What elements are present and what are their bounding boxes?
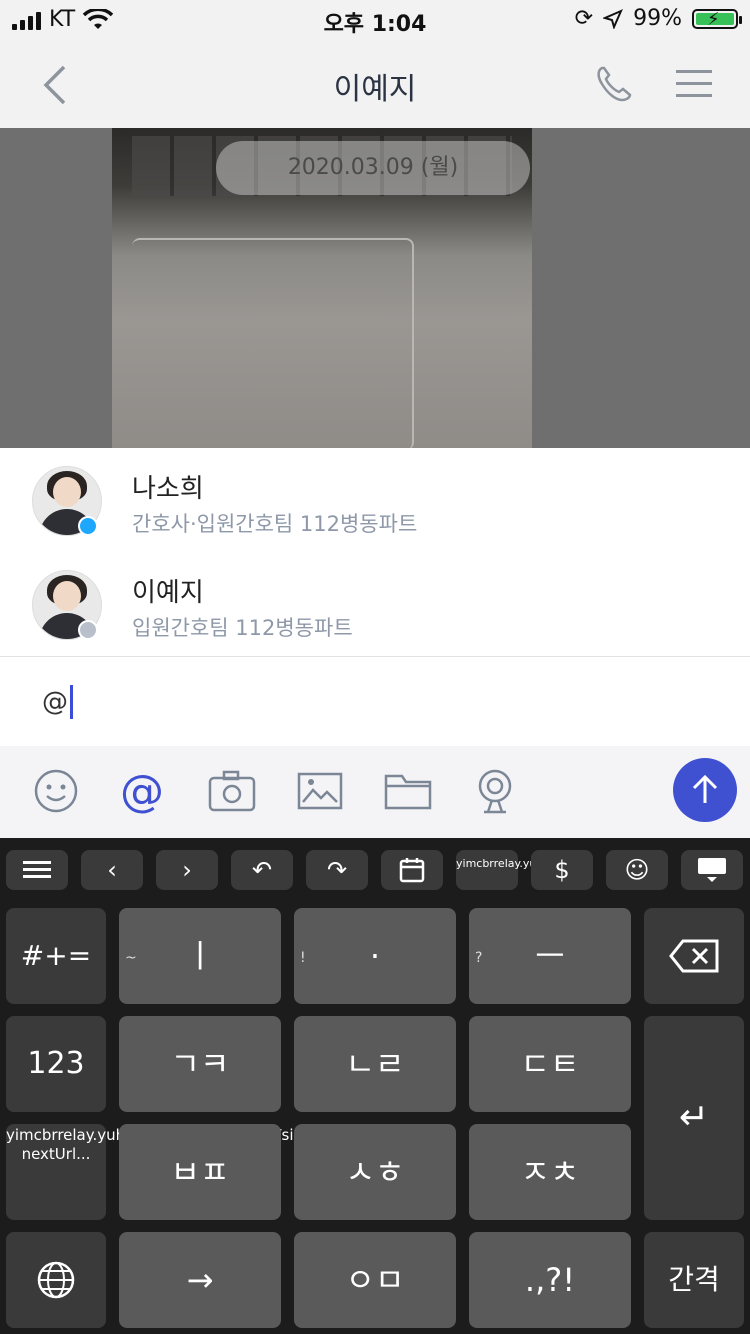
symbols-key[interactable]: #+= [6, 908, 106, 1004]
space-key[interactable]: 간격 [644, 1232, 744, 1328]
key-nieun[interactable]: ㄴㄹ [294, 1016, 456, 1112]
status-bar: KT 오후 1:04 ⟳ 99% ⚡ [0, 0, 750, 40]
key-vowel-eu[interactable]: ? ㅡ [469, 908, 631, 1004]
calendar-button[interactable] [381, 850, 443, 890]
compose-toolbar: @ [0, 746, 750, 838]
date-divider: 2020.03.09 (월) [216, 141, 530, 195]
key-sup: ? [475, 950, 483, 966]
globe-icon [37, 1261, 75, 1299]
backspace-key[interactable] [644, 908, 744, 1004]
camera-icon[interactable] [208, 770, 256, 812]
arrow-right-key[interactable]: → [119, 1232, 281, 1328]
text-caret [70, 685, 73, 719]
dollar-button[interactable]: $ [531, 850, 593, 890]
keyboard-menu-button[interactable] [6, 850, 68, 890]
menu-icon[interactable] [674, 68, 714, 100]
chat-title: 이예지 [333, 72, 417, 107]
return-key[interactable]: ↵ [644, 1016, 744, 1220]
message-input[interactable]: @ [0, 656, 750, 747]
key-jieut[interactable]: ㅈㅊ [469, 1124, 631, 1220]
chevron-left-icon: ‹ [107, 856, 117, 884]
globe-key[interactable] [6, 1232, 106, 1328]
clipboard-shortcut[interactable]: yimcbrrelay.yuh... [456, 850, 554, 890]
mention-dept: 입원간호팀 112병동파트 [132, 616, 353, 640]
key-label: · [369, 937, 381, 975]
keyboard: ‹ › ↶ ↷ yimcbrrelay.yuh... $ ☺ #+= ~ ㅣ !… [0, 838, 750, 1334]
key-label: ㅡ [535, 937, 565, 975]
rotation-lock-icon: ⟳ [574, 6, 594, 31]
mention-item[interactable]: 나소희 간호사·입원간호팀 112병동파트 [0, 448, 750, 552]
keyboard-dismiss-icon [698, 858, 726, 882]
mention-name: 이예지 [132, 578, 204, 608]
redo-icon: ↷ [326, 856, 348, 884]
photo-trackpad [132, 238, 414, 450]
backspace-icon [669, 939, 719, 973]
dollar-icon: $ [554, 856, 570, 884]
undo-button[interactable]: ↶ [231, 850, 293, 890]
key-bieup[interactable]: ㅂㅍ [119, 1124, 281, 1220]
cursor-right-button[interactable]: › [156, 850, 218, 890]
mention-dept: 간호사·입원간호팀 112병동파트 [132, 512, 418, 536]
emoji-icon[interactable] [33, 768, 79, 814]
redo-button[interactable]: ↷ [306, 850, 368, 890]
arrow-up-icon [692, 774, 718, 803]
send-button[interactable] [673, 758, 737, 822]
charging-bolt-icon: ⚡ [707, 8, 720, 30]
smiley-icon: ☺ [624, 856, 650, 884]
key-sup: ~ [125, 950, 137, 966]
hamburger-icon [23, 861, 51, 878]
webcam-icon[interactable] [474, 768, 516, 814]
punctuation-key[interactable]: .,?! [469, 1232, 631, 1328]
battery-percent: 99% [633, 6, 682, 31]
offline-status-dot [78, 620, 98, 640]
input-value: @ [42, 687, 68, 717]
folder-icon[interactable] [384, 772, 432, 810]
mention-item[interactable]: 이예지 입원간호팀 112병동파트 [0, 552, 750, 656]
message-input-text: @ [42, 685, 73, 719]
key-digeut[interactable]: ㄷㅌ [469, 1016, 631, 1112]
battery-icon: ⚡ [692, 8, 742, 30]
keyboard-emoji-button[interactable]: ☺ [606, 850, 668, 890]
key-label: ㅣ [185, 937, 215, 975]
key-sup: ! [300, 950, 306, 966]
cursor-left-button[interactable]: ‹ [81, 850, 143, 890]
numbers-key[interactable]: 123 [6, 1016, 106, 1112]
status-right: ⟳ 99% ⚡ [574, 6, 742, 31]
key-giyeok[interactable]: ㄱㅋ [119, 1016, 281, 1112]
mention-list: 나소희 간호사·입원간호팀 112병동파트 이예지 입원간호팀 112병동파트 [0, 448, 750, 656]
image-icon[interactable] [297, 772, 343, 810]
online-status-dot [78, 516, 98, 536]
undo-icon: ↶ [251, 856, 273, 884]
location-icon [603, 8, 624, 29]
hide-keyboard-button[interactable] [681, 850, 743, 890]
phone-icon[interactable] [594, 64, 634, 104]
key-siot[interactable]: ㅅㅎ [294, 1124, 456, 1220]
mention-name: 나소희 [132, 474, 204, 504]
chevron-right-icon: › [182, 856, 192, 884]
key-vowel-i[interactable]: ~ ㅣ [119, 908, 281, 1004]
calendar-icon [399, 858, 425, 883]
key-dot[interactable]: ! · [294, 908, 456, 1004]
key-ieung[interactable]: ㅇㅁ [294, 1232, 456, 1328]
mention-icon[interactable]: @ [118, 768, 166, 816]
chat-header: 이예지 [0, 40, 750, 128]
clipboard-url-key[interactable]: yimcbrrelay.yuhs.ac/auth/mobile/ios/sign… [6, 1124, 334, 1220]
